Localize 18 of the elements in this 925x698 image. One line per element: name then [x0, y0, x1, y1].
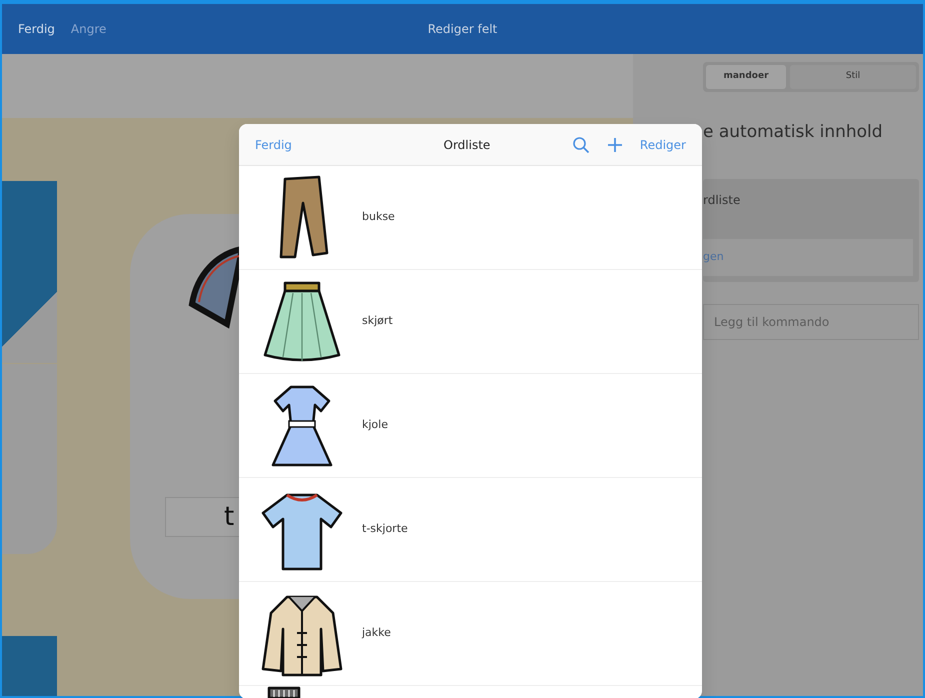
- section-heading: e automatisk innhold: [703, 120, 884, 144]
- window-title: Rediger felt: [428, 21, 498, 38]
- edit-button[interactable]: Rediger: [640, 136, 686, 154]
- word-list-item[interactable]: kjole: [239, 374, 702, 478]
- plus-icon[interactable]: [606, 136, 624, 154]
- word-list-item[interactable]: bukse: [239, 166, 702, 270]
- tab[interactable]: mandoer: [706, 65, 786, 88]
- canvas-tile: [2, 636, 57, 696]
- popover-title: Ordliste: [442, 136, 492, 154]
- search-icon[interactable]: [572, 136, 590, 154]
- clothing-icon: [267, 686, 301, 698]
- word-list-item[interactable]: t-skjorte: [239, 478, 702, 582]
- tab[interactable]: Stil: [790, 65, 916, 88]
- word-list-item[interactable]: jakke: [239, 582, 702, 686]
- done-button[interactable]: Ferdig: [18, 20, 55, 38]
- word-list-item[interactable]: skjørt: [239, 270, 702, 374]
- done-button[interactable]: Ferdig: [255, 136, 292, 154]
- card-title: rdliste: [703, 192, 742, 209]
